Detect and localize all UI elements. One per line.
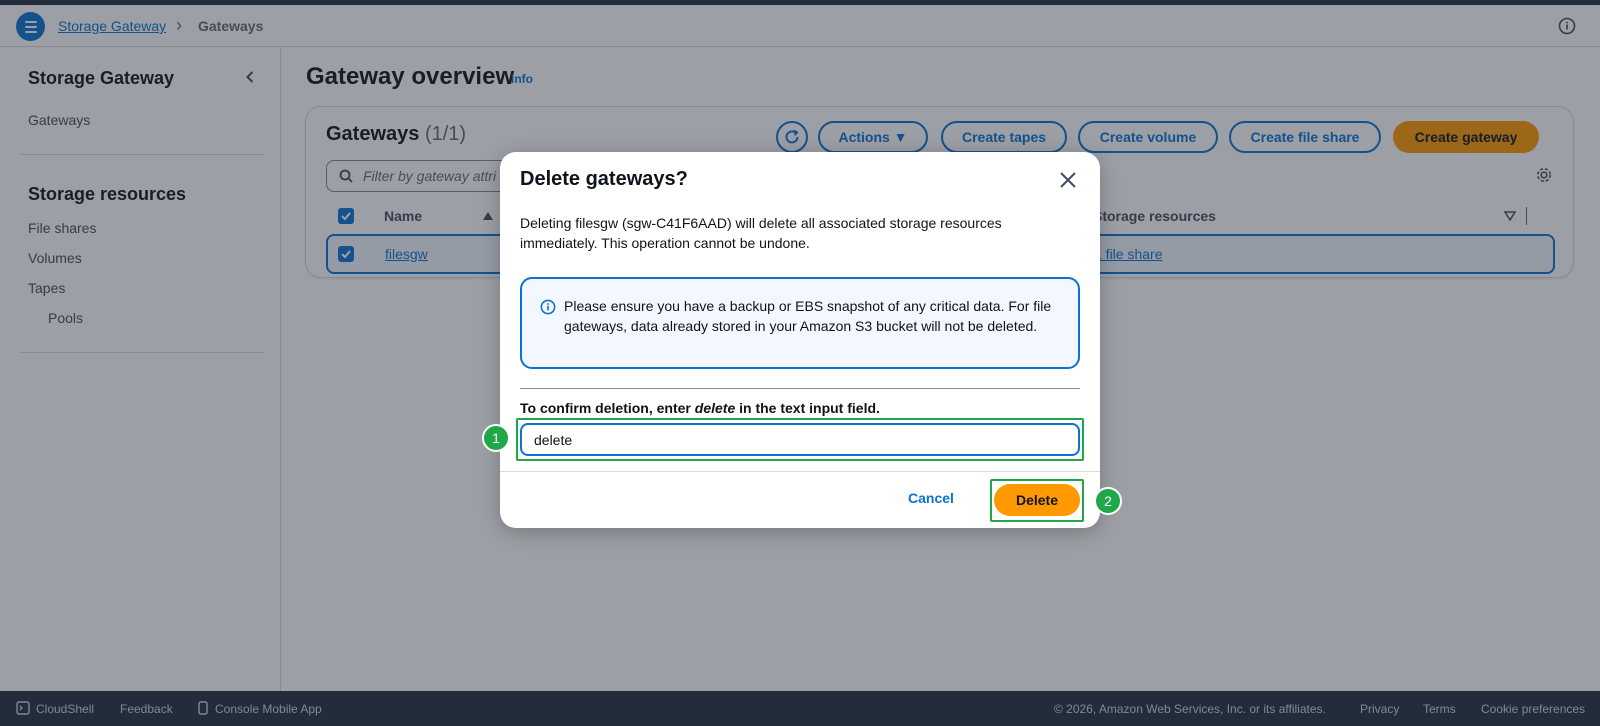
annotation-badge-1: 1 — [482, 424, 510, 452]
annotation-highlight-input — [516, 418, 1084, 461]
alert-text: Please ensure you have a backup or EBS s… — [564, 298, 1052, 334]
dialog-title: Delete gateways? — [520, 168, 688, 190]
info-alert: Please ensure you have a backup or EBS s… — [520, 277, 1080, 369]
delete-gateways-dialog: Delete gateways? Deleting filesgw (sgw-C… — [482, 152, 1122, 528]
confirm-suffix: in the text input field. — [739, 400, 880, 416]
dialog-divider — [520, 388, 1080, 389]
confirm-label: To confirm deletion, enter delete in the… — [520, 400, 880, 416]
cancel-button[interactable]: Cancel — [908, 490, 954, 506]
info-icon — [540, 299, 556, 315]
confirm-keyword: delete — [694, 400, 736, 416]
dialog-description: Deleting filesgw (sgw-C41F6AAD) will del… — [520, 215, 1002, 251]
confirm-prefix: To confirm deletion, enter — [520, 400, 691, 416]
annotation-badge-2: 2 — [1094, 487, 1122, 515]
dialog-footer-divider — [500, 471, 1100, 472]
annotation-highlight-delete — [990, 479, 1084, 522]
close-icon[interactable] — [1058, 170, 1078, 190]
